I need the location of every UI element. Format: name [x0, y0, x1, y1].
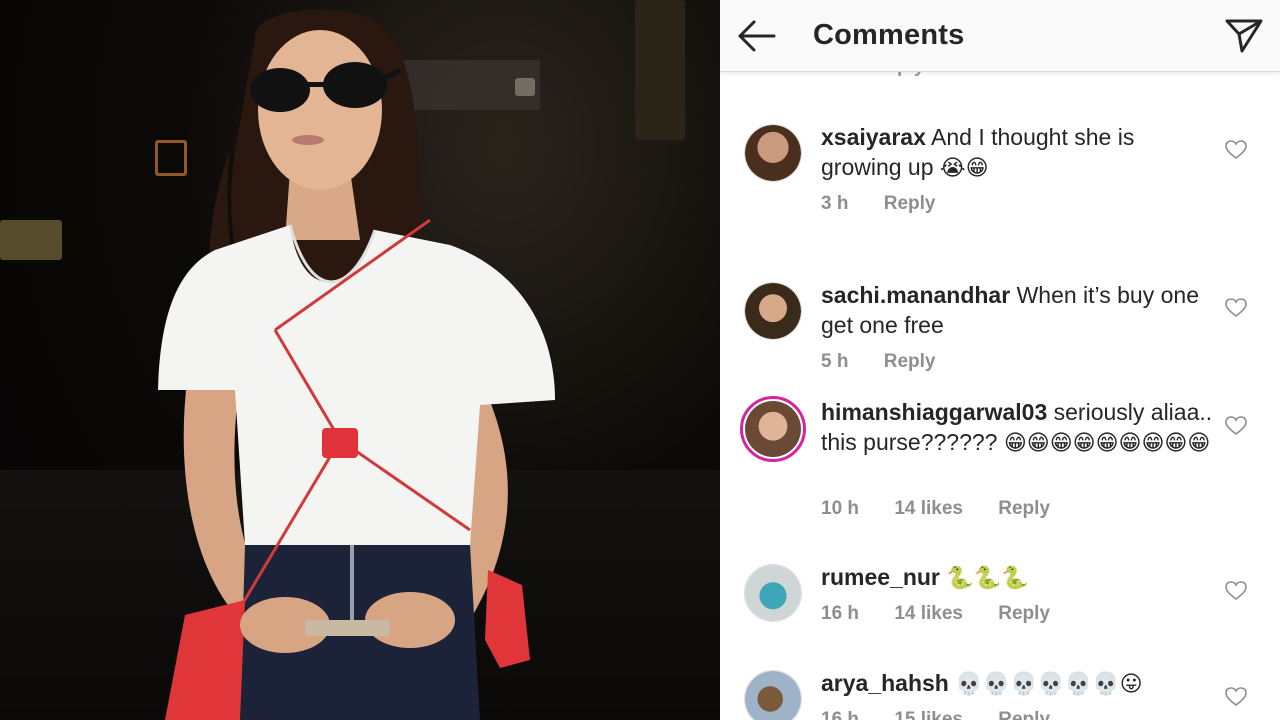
comment-likes[interactable]: 14 likes	[894, 498, 963, 520]
comments-panel: Comments 3 h Reply xsaiyarax And I thoug…	[720, 0, 1280, 720]
back-arrow-icon[interactable]	[736, 18, 776, 54]
comment-username[interactable]: himanshiaggarwal03	[821, 399, 1047, 425]
comment-username[interactable]: arya_hahsh	[821, 670, 949, 696]
reply-button[interactable]: Reply	[998, 498, 1050, 520]
avatar[interactable]	[744, 564, 802, 622]
avatar[interactable]	[744, 670, 802, 720]
comment-time: 16 h	[821, 709, 860, 720]
avatar[interactable]	[744, 282, 802, 340]
comment-username[interactable]: xsaiyarax	[821, 124, 926, 150]
news-photo	[0, 0, 720, 720]
heart-icon[interactable]	[1225, 140, 1247, 160]
comment-meta: 16 h 14 likes Reply	[821, 603, 1080, 625]
page-title: Comments	[813, 19, 965, 51]
comment-time: 16 h	[821, 603, 860, 624]
comment-meta: 16 h 15 likes Reply	[821, 709, 1080, 720]
comment-username[interactable]: sachi.manandhar	[821, 282, 1010, 308]
comment-username[interactable]: rumee_nur	[821, 564, 940, 590]
avatar[interactable]	[744, 124, 802, 182]
person-figure	[158, 9, 555, 720]
comment-time: 3 h	[821, 193, 849, 214]
comment-meta: 10 h 14 likes Reply	[821, 498, 1080, 520]
comment-meta: 3 h Reply	[821, 193, 965, 215]
comment-emoji: 🐍🐍🐍	[946, 566, 1029, 591]
comment-text: xsaiyarax And I thought she is growing u…	[821, 122, 1221, 184]
top-bar: Comments	[720, 0, 1280, 72]
heart-icon[interactable]	[1225, 298, 1247, 318]
comment-emoji: 😁😁😁😁😁😁😁😁😁	[1003, 431, 1211, 456]
heart-icon[interactable]	[1225, 416, 1247, 436]
reply-button[interactable]: Reply	[998, 603, 1050, 625]
comment-emoji: 💀💀💀💀💀💀😛	[955, 672, 1143, 697]
reply-button[interactable]: Reply	[998, 709, 1050, 720]
comment-time: 5 h	[821, 351, 849, 372]
direct-message-icon[interactable]	[1224, 16, 1264, 54]
comment-likes[interactable]: 14 likes	[894, 603, 963, 625]
comment-likes[interactable]: 15 likes	[894, 709, 963, 720]
comment-text: rumee_nur 🐍🐍🐍	[821, 562, 1221, 594]
comment-time: 10 h	[821, 498, 860, 519]
comment-emoji: 😭😁	[939, 156, 989, 181]
heart-icon[interactable]	[1225, 687, 1247, 707]
comment-text: himanshiaggarwal03 seriously aliaa.. thi…	[821, 397, 1221, 459]
avatar-story-ring[interactable]	[740, 396, 806, 462]
comment-text: arya_hahsh 💀💀💀💀💀💀😛	[821, 668, 1221, 700]
heart-icon[interactable]	[1225, 581, 1247, 601]
reply-button[interactable]: Reply	[884, 193, 936, 215]
reply-button[interactable]: Reply	[884, 351, 936, 373]
comment-text: sachi.manandhar When it’s buy one get on…	[821, 280, 1221, 340]
comment-meta: 5 h Reply	[821, 351, 965, 373]
